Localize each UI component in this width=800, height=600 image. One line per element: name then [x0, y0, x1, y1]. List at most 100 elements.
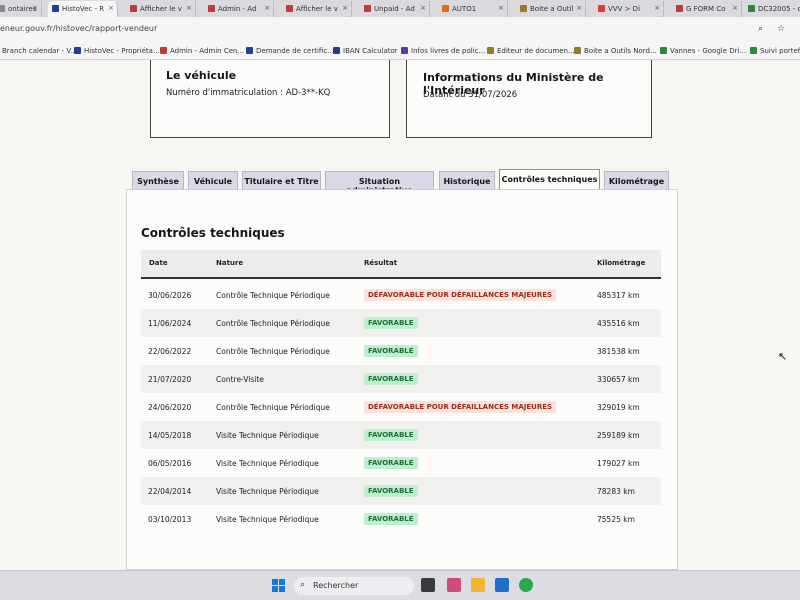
outlook-icon[interactable] [495, 578, 509, 592]
browser-tab[interactable]: G FORM Co × [672, 1, 742, 17]
row-mileage: 78283 km [597, 487, 635, 496]
registration-number: Numéro d'immatriculation : AD-3**-KQ [166, 88, 331, 98]
column-header-nature: Nature [216, 259, 244, 267]
tab-vehicule[interactable]: Véhicule [188, 171, 238, 190]
close-tab-icon[interactable]: × [108, 4, 114, 12]
browser-tab[interactable]: VVV > Di × [594, 1, 664, 17]
tab-kilometrage[interactable]: Kilométrage [604, 171, 669, 190]
browser-tab[interactable]: Afficher le v × [126, 1, 196, 17]
table-row: 24/06/2020 Contrôle Technique Périodique… [141, 393, 661, 421]
bookmark-item[interactable]: Branch calendar - V... [2, 47, 77, 55]
row-mileage: 435516 km [597, 319, 640, 328]
star-icon[interactable]: ☆ [777, 24, 785, 34]
tab-titulaire-titre[interactable]: Titulaire et Titre [242, 171, 321, 190]
close-tab-icon[interactable]: × [420, 4, 426, 12]
browser-tab-active[interactable]: HistoVec - R × [48, 1, 118, 17]
row-mileage: 259189 km [597, 431, 640, 440]
result-badge: FAVORABLE [364, 373, 418, 385]
close-tab-icon[interactable]: × [732, 4, 738, 12]
browser-tab[interactable]: Unpaid - Ad × [360, 1, 430, 17]
tab-favicon-icon [208, 5, 215, 12]
column-header-mileage: Kilométrage [597, 259, 646, 267]
url-field[interactable]: eneur.gouv.fr/histovec/rapport-vendeur [0, 24, 157, 33]
table-row: 22/04/2014 Visite Technique Périodique F… [141, 477, 661, 505]
bookmark-favicon-icon [401, 47, 408, 54]
browser-tab[interactable]: Admin - Ad × [204, 1, 274, 17]
page-content: Le véhicule Numéro d'immatriculation : A… [0, 60, 800, 570]
report-tabs: Synthèse Véhicule Titulaire et Titre Sit… [0, 168, 800, 195]
windows-start-icon[interactable] [272, 579, 285, 592]
close-tab-icon[interactable]: × [264, 4, 270, 12]
table-row: 06/05/2016 Visite Technique Périodique F… [141, 449, 661, 477]
bookmark-item[interactable]: Suivi portefeuil [750, 47, 800, 55]
ministry-card-date: Datant du 31/07/2026 [423, 90, 518, 100]
tab-synthese[interactable]: Synthèse [132, 171, 184, 190]
task-view-icon[interactable] [421, 578, 435, 592]
result-badge: FAVORABLE [364, 457, 418, 469]
result-badge: DÉFAVORABLE POUR DÉFAILLANCES MAJEURES [364, 289, 557, 301]
result-badge: DÉFAVORABLE POUR DÉFAILLANCES MAJEURES [364, 401, 557, 413]
file-explorer-icon[interactable] [471, 578, 485, 592]
row-date: 11/06/2024 [148, 319, 192, 328]
table-row: 22/06/2022 Contrôle Technique Périodique… [141, 337, 661, 365]
close-tab-icon[interactable]: × [342, 4, 348, 12]
vehicle-card: Le véhicule Numéro d'immatriculation : A… [150, 60, 390, 138]
bookmark-favicon-icon [750, 47, 757, 54]
row-date: 30/06/2026 [148, 291, 192, 300]
table-row: 30/06/2026 Contrôle Technique Périodique… [141, 281, 661, 309]
tab-situation-administrative[interactable]: Situation administrative [325, 171, 434, 195]
row-nature: Contre-Visite [216, 375, 264, 384]
bookmark-item[interactable]: IBAN Calculator [333, 47, 398, 55]
row-date: 22/04/2014 [148, 487, 192, 496]
bookmark-favicon-icon [660, 47, 667, 54]
row-mileage: 330657 km [597, 375, 640, 384]
tab-favicon-icon [52, 5, 59, 12]
close-tab-icon[interactable]: × [654, 4, 660, 12]
tab-favicon-icon [286, 5, 293, 12]
search-icon[interactable]: ⌕ [758, 24, 763, 34]
row-date: 21/07/2020 [148, 375, 192, 384]
row-nature: Contrôle Technique Périodique [216, 291, 330, 300]
row-date: 06/05/2016 [148, 459, 192, 468]
result-badge: FAVORABLE [364, 513, 418, 525]
bookmark-item[interactable]: Infos livres de polic... [401, 47, 485, 55]
tab-historique[interactable]: Historique [439, 171, 495, 190]
browser-tab[interactable]: Afficher le v × [282, 1, 352, 17]
bookmark-item[interactable]: Vannes - Google Dri... [660, 47, 746, 55]
result-badge: FAVORABLE [364, 485, 418, 497]
taskbar: ⌕ Rechercher [0, 570, 800, 600]
result-badge: FAVORABLE [364, 429, 418, 441]
section-title: Contrôles techniques [141, 226, 285, 240]
browser-tab-bar: ontaires × HistoVec - R × Afficher le v × A… [0, 0, 800, 17]
technical-inspections-panel: Contrôles techniques Date Nature Résulta… [126, 189, 678, 570]
browser-tab[interactable]: AUTO1 × [438, 1, 508, 17]
taskbar-search[interactable]: ⌕ Rechercher [294, 577, 414, 595]
bookmark-item[interactable]: Boite a Outils Nord... [574, 47, 657, 55]
ministry-card: Informations du Ministère de l'Intérieur… [406, 60, 652, 138]
row-nature: Visite Technique Périodique [216, 431, 319, 440]
chrome-icon[interactable] [519, 578, 533, 592]
row-nature: Visite Technique Périodique [216, 515, 319, 524]
browser-tab[interactable]: DC32005 - d [744, 1, 800, 17]
snipping-tool-icon[interactable] [447, 578, 461, 592]
row-mileage: 75525 km [597, 515, 635, 524]
close-tab-icon[interactable]: × [32, 4, 38, 12]
bookmark-item[interactable]: Editeur de documen... [487, 47, 575, 55]
table-row: 21/07/2020 Contre-Visite FAVORABLE 33065… [141, 365, 661, 393]
tab-favicon-icon [130, 5, 137, 12]
bookmark-item[interactable]: HistoVec - Propriéta... [74, 47, 160, 55]
row-nature: Contrôle Technique Périodique [216, 319, 330, 328]
close-tab-icon[interactable]: × [498, 4, 504, 12]
bookmark-item[interactable]: Admin - Admin Cen... [160, 47, 244, 55]
browser-tab[interactable]: ontaires × [0, 1, 42, 17]
close-tab-icon[interactable]: × [186, 4, 192, 12]
tab-controles-techniques[interactable]: Contrôles techniques [499, 169, 600, 191]
bookmark-item[interactable]: Demande de certific... [246, 47, 334, 55]
bookmark-favicon-icon [160, 47, 167, 54]
close-tab-icon[interactable]: × [576, 4, 582, 12]
row-mileage: 329019 km [597, 403, 640, 412]
tab-favicon-icon [0, 5, 5, 12]
row-date: 03/10/2013 [148, 515, 192, 524]
browser-tab[interactable]: Boite a Outil × [516, 1, 586, 17]
row-nature: Contrôle Technique Périodique [216, 403, 330, 412]
